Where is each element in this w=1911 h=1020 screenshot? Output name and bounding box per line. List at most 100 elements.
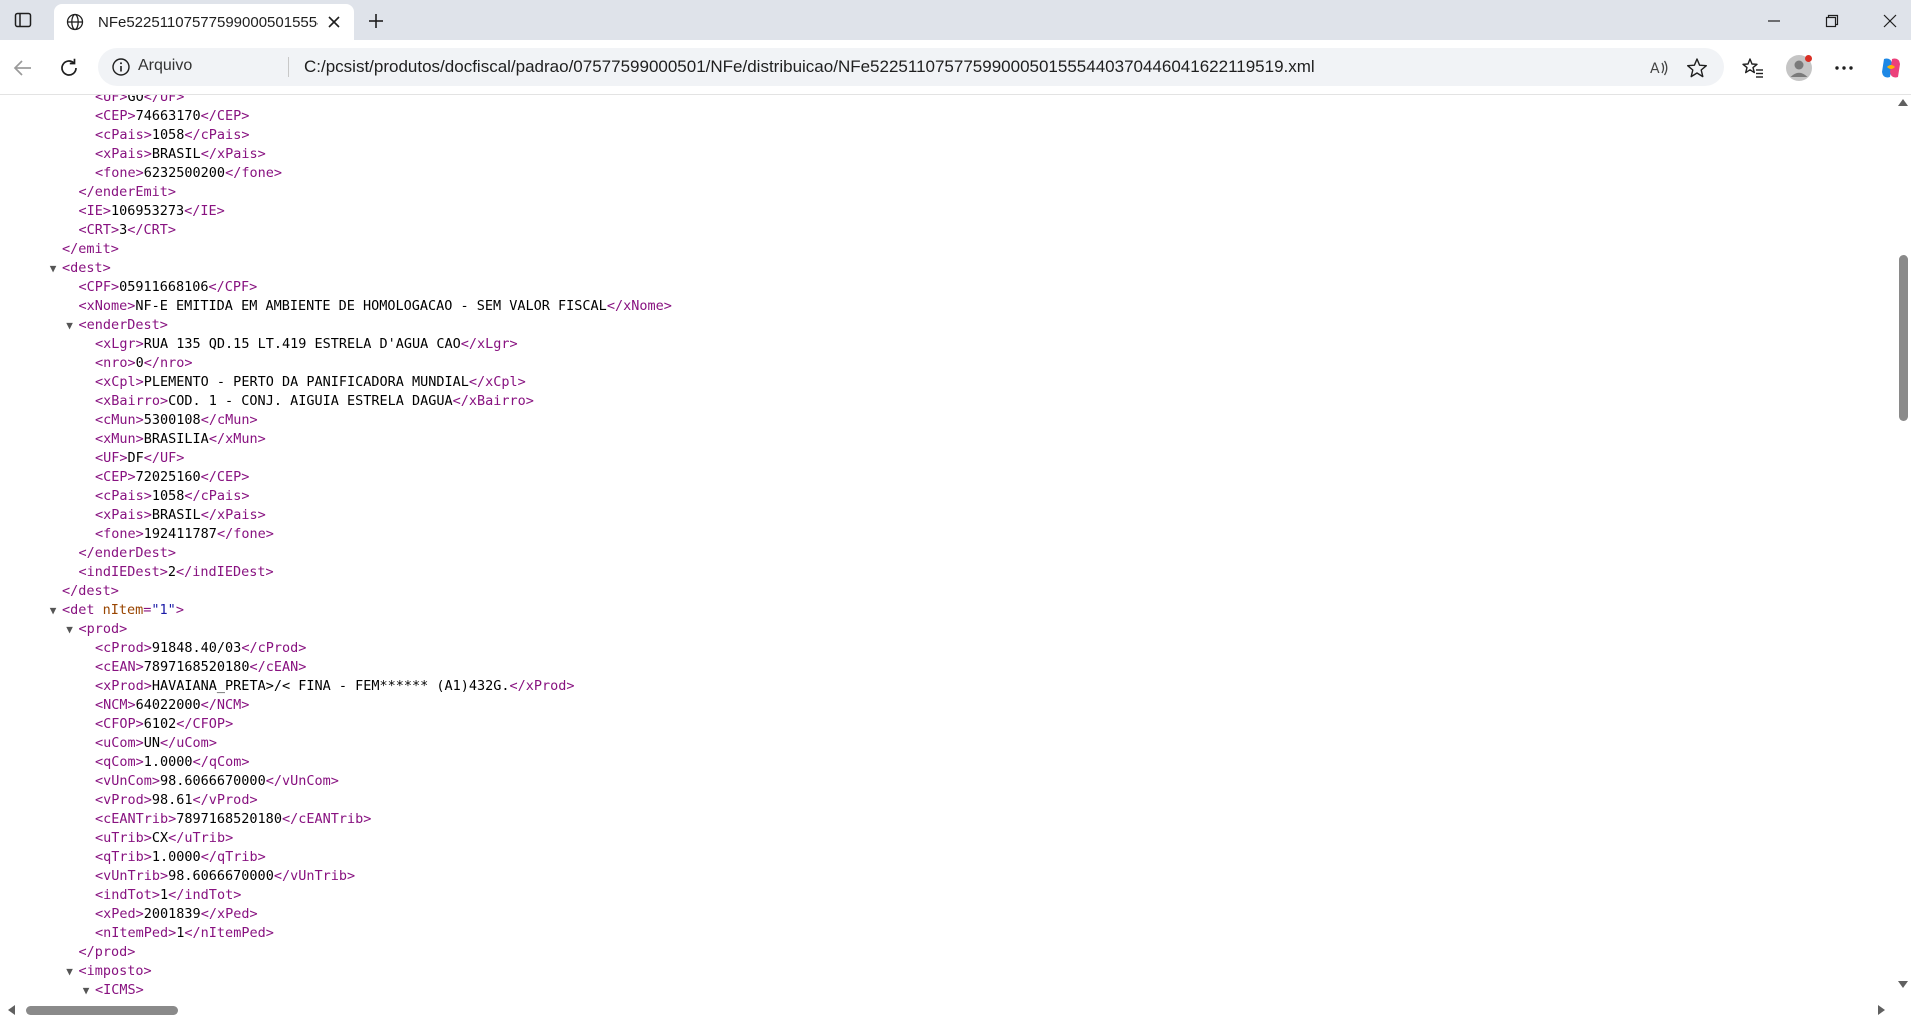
collapse-triangle-icon[interactable]: ▼ — [48, 601, 58, 620]
collapse-triangle-icon[interactable]: ▼ — [65, 316, 75, 335]
tab-actions-icon[interactable] — [12, 9, 34, 31]
minimize-button[interactable] — [1758, 8, 1790, 34]
xml-text-value: 91848.40/03 — [151, 640, 242, 656]
xml-line-content: <fone>192411787</fone> — [95, 525, 274, 544]
xml-close-tag: </CEP> — [200, 469, 250, 485]
close-tab-icon[interactable] — [324, 12, 344, 32]
horizontal-scroll-thumb[interactable] — [26, 1006, 178, 1015]
xml-open-tag: <xBairro> — [95, 393, 169, 409]
xml-line-content: <cEANTrib>7897168520180</cEANTrib> — [95, 810, 371, 829]
xml-open-tag: <xProd> — [95, 678, 152, 694]
collapse-triangle-icon[interactable]: ▼ — [65, 620, 75, 639]
scroll-up-arrow-icon[interactable] — [1898, 99, 1908, 106]
xml-text-value: CX — [151, 830, 169, 846]
vertical-scrollbar[interactable] — [1895, 95, 1911, 1000]
xml-close-tag: </vUnTrib> — [273, 868, 356, 884]
xml-open-tag: <indTot> — [95, 887, 161, 903]
collapse-triangle-icon[interactable]: ▼ — [81, 981, 91, 1000]
xml-open-tag-end: > — [175, 602, 184, 618]
xml-open-tag: <uTrib> — [95, 830, 152, 846]
info-icon[interactable] — [111, 57, 131, 77]
xml-line-content: <xPais>BRASIL</xPais> — [95, 145, 266, 164]
xml-text-value: 6232500200 — [143, 165, 226, 181]
xml-close-tag: </xPais> — [200, 146, 266, 162]
xml-line-content: <xNome>NF-E EMITIDA EM AMBIENTE DE HOMOL… — [79, 297, 672, 316]
scroll-down-arrow-icon[interactable] — [1898, 981, 1908, 988]
xml-line-content: <dest> — [62, 259, 111, 278]
xml-close-tag: </xPais> — [200, 507, 266, 523]
collapse-triangle-icon[interactable]: ▼ — [48, 259, 58, 278]
read-aloud-icon[interactable]: A — [1648, 57, 1670, 79]
back-button[interactable] — [8, 53, 38, 83]
restore-button[interactable] — [1816, 8, 1848, 34]
xml-open-tag: <imposto> — [78, 963, 152, 979]
horizontal-scrollbar[interactable] — [0, 1000, 1895, 1020]
xml-text-value: GO — [127, 95, 144, 105]
favorite-star-icon[interactable] — [1686, 57, 1708, 79]
xml-text-value: 192411787 — [143, 526, 217, 542]
favorites-icon[interactable] — [1738, 53, 1768, 83]
xml-text-value: 74663170 — [135, 108, 201, 124]
xml-close-tag: </cEAN> — [249, 659, 307, 675]
xml-line-content: <cProd>91848.40/03</cProd> — [95, 639, 306, 658]
xml-open-tag: <det — [62, 602, 103, 618]
xml-close-tag: </CRT> — [127, 222, 177, 238]
xml-line-content: <cEAN>7897168520180</cEAN> — [95, 658, 306, 677]
xml-open-tag: <NCM> — [95, 697, 136, 713]
xml-open-tag: <cPais> — [95, 127, 152, 143]
xml-line-content: <xMun>BRASILIA</xMun> — [95, 430, 266, 449]
xml-close-tag: </cMun> — [200, 412, 258, 428]
xml-text-value: BRASIL — [151, 146, 201, 162]
xml-open-tag: <qTrib> — [95, 849, 152, 865]
vertical-scroll-thumb[interactable] — [1899, 255, 1908, 421]
xml-open-tag: <cMun> — [95, 412, 144, 428]
xml-close-tag: </dest> — [62, 583, 119, 599]
xml-text-value: BRASILIA — [143, 431, 209, 447]
site-scheme-label[interactable]: Arquivo — [138, 57, 192, 75]
xml-line-content: <CEP>72025160</CEP> — [95, 468, 249, 487]
xml-text-value: BRASIL — [151, 507, 201, 523]
active-tab[interactable]: NFe5225110757759900050155544037044604162… — [54, 4, 354, 40]
xml-line-content: <nItemPed>1</nItemPed> — [95, 924, 274, 943]
xml-open-tag: <cEAN> — [95, 659, 144, 675]
xml-open-tag: <xMun> — [95, 431, 144, 447]
xml-open-tag: <enderDest> — [78, 317, 168, 333]
xml-text-value: COD. 1 - CONJ. AIGUIA ESTRELA DAGUA — [168, 393, 453, 409]
close-window-button[interactable] — [1874, 8, 1906, 34]
xml-line-content: <UF>DF</UF> — [95, 449, 184, 468]
xml-text-value: NF-E EMITIDA EM AMBIENTE DE HOMOLOGACAO … — [135, 298, 607, 314]
xml-line-content: </prod> — [79, 943, 136, 962]
reload-button[interactable] — [54, 53, 84, 83]
address-separator — [288, 57, 289, 77]
xml-line-content: <IE>106953273</IE> — [79, 202, 225, 221]
xml-line-content: <vUnCom>98.6066670000</vUnCom> — [95, 772, 339, 791]
xml-line-content: </enderEmit> — [79, 183, 177, 202]
browser-toolbar: Arquivo C:/pcsist/produtos/docfiscal/pad… — [0, 40, 1911, 95]
xml-open-tag: <cEANTrib> — [95, 811, 177, 827]
xml-attribute-value: "1" — [151, 602, 176, 618]
copilot-icon[interactable] — [1876, 53, 1906, 83]
xml-close-tag: </fone> — [216, 526, 274, 542]
xml-text-value: 05911668106 — [119, 279, 209, 295]
xml-text-value: 6102 — [143, 716, 177, 732]
xml-open-tag: <CFOP> — [95, 716, 144, 732]
xml-line-content: <ICMS> — [95, 981, 144, 1000]
xml-line-content: <fone>6232500200</fone> — [95, 164, 282, 183]
xml-line-content: <CEP>74663170</CEP> — [95, 107, 249, 126]
address-bar[interactable]: Arquivo C:/pcsist/produtos/docfiscal/pad… — [98, 48, 1724, 86]
xml-text-value: PLEMENTO - PERTO DA PANIFICADORA MUNDIAL — [143, 374, 469, 390]
url-text[interactable]: C:/pcsist/produtos/docfiscal/padrao/0757… — [304, 57, 1315, 77]
xml-close-tag: </vUnCom> — [265, 773, 339, 789]
profile-avatar[interactable] — [1784, 53, 1814, 83]
xml-close-tag: </xProd> — [509, 678, 575, 694]
scroll-right-arrow-icon[interactable] — [1878, 1005, 1885, 1015]
more-options-icon[interactable] — [1829, 53, 1859, 83]
xml-close-tag: </cPais> — [184, 488, 250, 504]
xml-close-tag: </xLgr> — [460, 336, 518, 352]
xml-close-tag: </qTrib> — [200, 849, 266, 865]
collapse-triangle-icon[interactable]: ▼ — [65, 962, 75, 981]
xml-open-tag: <IE> — [78, 203, 112, 219]
xml-text-value: 5300108 — [143, 412, 201, 428]
new-tab-button[interactable] — [364, 9, 388, 33]
scroll-left-arrow-icon[interactable] — [8, 1005, 15, 1015]
